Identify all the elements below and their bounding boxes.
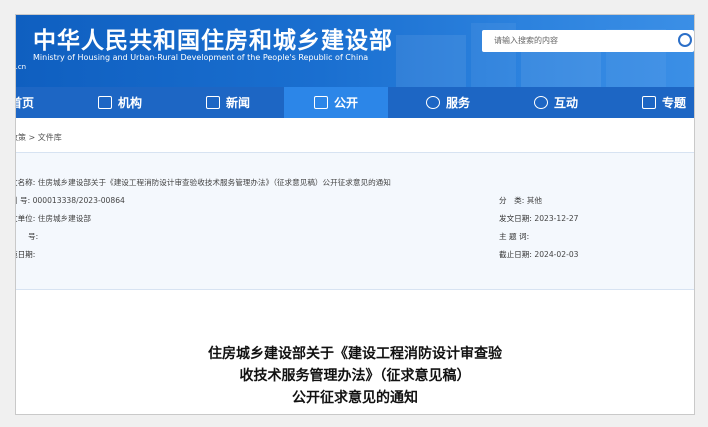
info-row-category: 分 类: 其他	[499, 195, 542, 206]
document-info-panel: 文名称: 住房城乡建设部关于《建设工程消防设计审查验收技术服务管理办法》（征求意…	[16, 152, 694, 290]
breadcrumb[interactable]: 政策 > 文件库	[16, 132, 62, 143]
info-row-index: 引 号: 000013338/2023-00864	[16, 195, 125, 206]
index-value: 000013338/2023-00864	[32, 196, 125, 205]
info-row-impl-date: 施日期:	[16, 249, 36, 260]
nav-item-service[interactable]: 服务	[426, 87, 470, 118]
deadline-label: 截止日期:	[499, 250, 532, 259]
info-row-issuer: 文单位: 住房城乡建设部	[16, 213, 91, 224]
site-url-fragment: v.cn	[16, 63, 27, 71]
search-input[interactable]: 请输入搜索的内容	[482, 30, 694, 52]
nav-item-home[interactable]: 首页	[16, 87, 35, 118]
info-row-doc-name: 文名称: 住房城乡建设部关于《建设工程消防设计审查验收技术服务管理办法》（征求意…	[16, 177, 391, 188]
building-icon	[98, 96, 112, 109]
index-label: 引 号:	[16, 196, 31, 205]
category-label: 分 类:	[499, 196, 525, 205]
issuer-value: 住房城乡建设部	[37, 214, 91, 223]
doc-name-value: 住房城乡建设部关于《建设工程消防设计审查验收技术服务管理办法》（征求意见稿）公开…	[37, 178, 391, 187]
open-icon	[313, 96, 328, 109]
doc-name-label: 文名称:	[16, 178, 36, 187]
document-title-line-1: 住房城乡建设部关于《建设工程消防设计审查验	[208, 346, 502, 362]
document-title-line-3: 公开征求意见的通知	[292, 390, 418, 406]
nav-item-organization[interactable]: 机构	[98, 87, 142, 118]
keywords-label: 主 题 词:	[499, 232, 530, 241]
nav-item-label: 新闻	[226, 96, 251, 110]
page-container: 中华人民共和国住房和城乡建设部 Ministry of Housing and …	[15, 14, 695, 415]
issue-date-value: 2023-12-27	[534, 214, 579, 223]
interaction-icon	[534, 96, 548, 109]
deadline-value: 2024-02-03	[534, 250, 579, 259]
issuer-label: 文单位:	[16, 214, 36, 223]
search-placeholder: 请输入搜索的内容	[494, 36, 558, 45]
star-icon	[642, 96, 656, 109]
banner-building-decoration	[396, 35, 466, 87]
nav-item-label: 互动	[554, 96, 579, 110]
nav-item-open[interactable]: 公开	[284, 87, 388, 118]
banner-building-decoration	[521, 47, 601, 87]
impl-date-label: 施日期:	[16, 250, 36, 259]
main-nav: 首页 机构 新闻 公开 服务 互动 专题	[16, 87, 694, 118]
nav-item-label: 公开	[333, 96, 358, 110]
info-row-doc-number: 号:	[28, 231, 38, 242]
doc-number-label: 号:	[28, 232, 39, 241]
site-title[interactable]: 中华人民共和国住房和城乡建设部	[33, 21, 393, 55]
nav-item-label: 机构	[118, 96, 143, 110]
nav-item-label: 服务	[446, 96, 471, 110]
nav-item-news[interactable]: 新闻	[206, 87, 250, 118]
info-row-deadline: 截止日期: 2024-02-03	[499, 249, 579, 260]
nav-item-topics[interactable]: 专题	[642, 87, 686, 118]
info-row-issue-date: 发文日期: 2023-12-27	[499, 213, 579, 224]
nav-item-label: 首页	[16, 96, 35, 110]
nav-item-interaction[interactable]: 互动	[534, 87, 578, 118]
nav-item-label: 专题	[662, 96, 687, 110]
site-banner: 中华人民共和国住房和城乡建设部 Ministry of Housing and …	[16, 15, 694, 87]
document-title-line-2: 收技术服务管理办法》（征求意见稿）	[239, 368, 471, 384]
site-subtitle-en: Ministry of Housing and Urban-Rural Deve…	[33, 53, 369, 62]
info-row-keywords: 主 题 词:	[499, 231, 529, 242]
user-service-icon	[426, 96, 440, 109]
category-value: 其他	[526, 196, 542, 205]
issue-date-label: 发文日期:	[499, 214, 532, 223]
search-icon[interactable]	[678, 33, 692, 47]
news-icon	[206, 96, 220, 109]
